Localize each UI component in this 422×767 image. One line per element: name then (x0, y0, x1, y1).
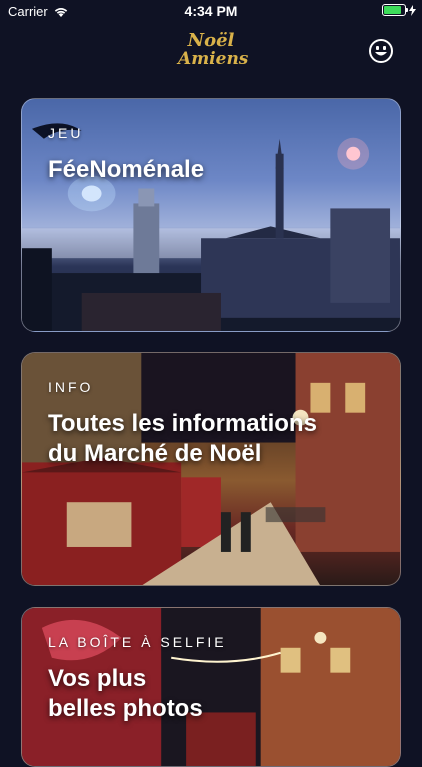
card-title-line-2: du Marché de Noël (48, 440, 262, 467)
logo-line-2: Amiens (178, 49, 249, 69)
card-info[interactable]: INFO Toutes les informations du Marché d… (21, 352, 401, 586)
card-eyebrow: JEU (48, 125, 84, 141)
card-eyebrow: LA BOÎTE À SELFIE (48, 634, 227, 650)
status-bar: Carrier 4:34 PM (0, 0, 422, 22)
battery-icon (382, 4, 408, 16)
card-jeu[interactable]: JEU FéeNoménale (21, 98, 401, 332)
card-title: FéeNoménale (48, 156, 205, 183)
logo-line-1: Noël (187, 30, 235, 51)
noel-amiens-logo: Noël Amiens (178, 30, 249, 72)
navigation-bar: Noël Amiens (0, 22, 422, 78)
card-eyebrow: INFO (48, 379, 94, 395)
status-time: 4:34 PM (184, 3, 238, 19)
battery-indicator (382, 4, 416, 16)
card-title-line-1: Vos plus (48, 665, 147, 692)
smiley-icon[interactable] (368, 38, 394, 64)
card-title-line-2: belles photos (48, 695, 203, 722)
charging-bolt-icon (409, 4, 416, 16)
card-boite-a-selfie[interactable]: LA BOÎTE À SELFIE Vos plus belles photos (21, 607, 401, 767)
battery-fill (384, 6, 401, 14)
card-title-line-1: Toutes les informations (48, 410, 317, 437)
